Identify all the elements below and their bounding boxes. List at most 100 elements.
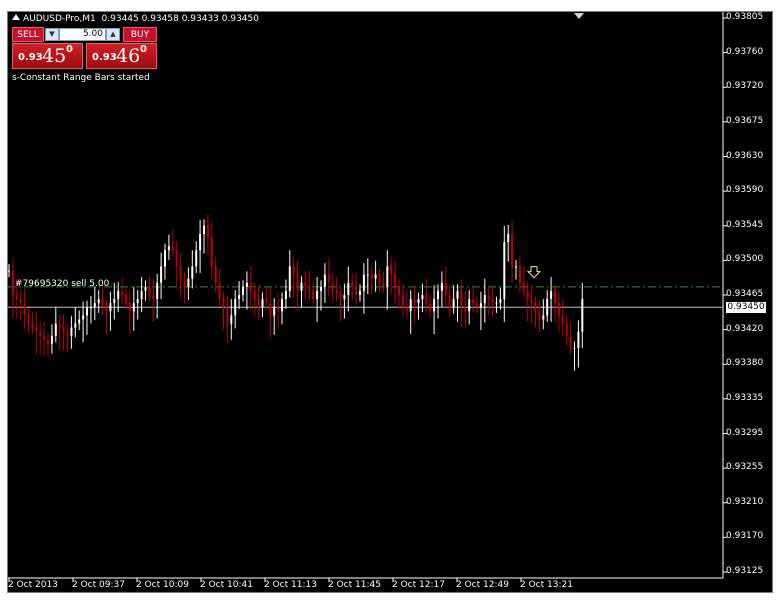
candle-body <box>351 282 354 287</box>
candle-body <box>362 274 365 291</box>
candle-body <box>47 339 49 344</box>
candle-body <box>557 303 560 316</box>
candle-body <box>160 266 163 283</box>
candle-body <box>43 335 46 340</box>
candle-body <box>125 295 127 304</box>
price-tick-label: 0.93170 <box>726 531 764 542</box>
candle-body <box>128 303 131 312</box>
chart-shift-marker-icon[interactable] <box>574 13 584 19</box>
candle-body <box>132 303 135 312</box>
candle-body <box>277 307 280 312</box>
candle-body <box>359 290 361 295</box>
candle-body <box>507 233 510 243</box>
candle-body <box>479 303 482 308</box>
price-tick-label: 0.93675 <box>726 115 764 126</box>
expert-status-text: s-Constant Range Bars started <box>12 73 150 83</box>
chart-header: AUDUSD-Pro,M1 0.93445 0.93458 0.93433 0.… <box>12 14 259 24</box>
candle-body <box>429 303 432 312</box>
candle-body <box>483 295 486 304</box>
candle-body <box>421 295 424 300</box>
candle-body <box>472 299 475 304</box>
candle-body <box>300 282 303 291</box>
candle-body <box>113 299 116 304</box>
candle-body <box>238 295 241 300</box>
lot-size-input[interactable]: 5.00 <box>59 28 106 41</box>
candle-body <box>15 295 18 300</box>
candle-body <box>183 278 186 287</box>
candle-body <box>234 299 237 316</box>
candle-body <box>460 290 463 308</box>
order-line-label: #79695320 sell 5.00 <box>15 279 110 289</box>
candle-body <box>144 286 147 291</box>
candle-body <box>82 315 85 320</box>
price-tick-label: 0.93380 <box>726 358 764 369</box>
time-tick-label: 2 Oct 2013 <box>8 580 58 590</box>
candle-body <box>468 299 471 312</box>
chevron-up-icon: ▲ <box>110 30 116 38</box>
candle-body <box>187 278 190 287</box>
buy-price-fraction: 0 <box>140 44 147 55</box>
candle-body <box>281 299 283 312</box>
candle-body <box>136 299 139 304</box>
candle-body <box>23 303 26 316</box>
sell-price-fraction: 0 <box>66 44 73 55</box>
candle-body <box>296 274 299 291</box>
candle-body <box>121 290 124 295</box>
time-tick-label: 2 Oct 09:37 <box>72 580 125 590</box>
candle-body <box>8 270 10 272</box>
candle-body <box>273 307 276 316</box>
candle-body <box>27 315 30 324</box>
price-chart[interactable] <box>8 12 772 592</box>
price-tick-label: 0.93760 <box>726 46 764 57</box>
candle-body <box>550 290 553 300</box>
candle-body <box>195 250 198 267</box>
lot-decrease-button[interactable]: ▼ <box>45 28 59 41</box>
time-tick-label: 2 Oct 11:45 <box>328 580 381 590</box>
buy-quote-button[interactable]: 0.93 46 0 <box>86 43 157 69</box>
candle-body <box>167 246 170 251</box>
candle-body <box>476 303 478 308</box>
candle-body <box>35 327 38 332</box>
price-tick-label: 0.93295 <box>726 427 764 438</box>
candle-body <box>464 307 467 312</box>
candle-body <box>327 274 330 283</box>
lot-increase-button[interactable]: ▲ <box>106 28 120 41</box>
ohlc-values: 0.93445 0.93458 0.93433 0.93450 <box>101 14 259 24</box>
candle-body <box>335 290 338 295</box>
candle-body <box>93 303 96 308</box>
candle-body <box>50 335 53 344</box>
candle-body <box>19 299 22 304</box>
candle-body <box>249 282 252 291</box>
candle-body <box>495 303 498 305</box>
sell-button[interactable]: SELL <box>12 27 44 42</box>
candle-body <box>164 250 166 267</box>
candle-body <box>140 290 143 300</box>
candle-body <box>398 286 400 295</box>
time-tick-label: 2 Oct 11:13 <box>264 580 317 590</box>
candle-body <box>401 295 404 308</box>
triangle-up-icon <box>12 14 20 20</box>
candle-body <box>269 303 272 316</box>
time-tick-label: 2 Oct 12:49 <box>456 580 509 590</box>
candle-body <box>288 266 291 291</box>
candle-body <box>203 225 205 234</box>
sell-quote-button[interactable]: 0.93 45 0 <box>12 43 83 69</box>
candle-body <box>89 307 92 309</box>
candle-body <box>230 315 233 324</box>
candle-body <box>491 299 494 304</box>
candle-body <box>171 246 174 251</box>
price-tick-label: 0.93255 <box>726 462 764 473</box>
candle-body <box>456 290 459 300</box>
candle-body <box>66 331 69 336</box>
candle-body <box>242 286 244 295</box>
candle-body <box>58 323 61 328</box>
price-tick-label: 0.93630 <box>726 150 764 161</box>
candle-body <box>561 315 564 324</box>
candle-body <box>409 299 412 312</box>
buy-button[interactable]: BUY <box>123 27 157 42</box>
candle-body <box>265 299 268 304</box>
time-tick-label: 2 Oct 12:17 <box>392 580 445 590</box>
candle-body <box>101 299 104 308</box>
candle-body <box>179 266 182 279</box>
price-tick-label: 0.93500 <box>726 254 764 265</box>
